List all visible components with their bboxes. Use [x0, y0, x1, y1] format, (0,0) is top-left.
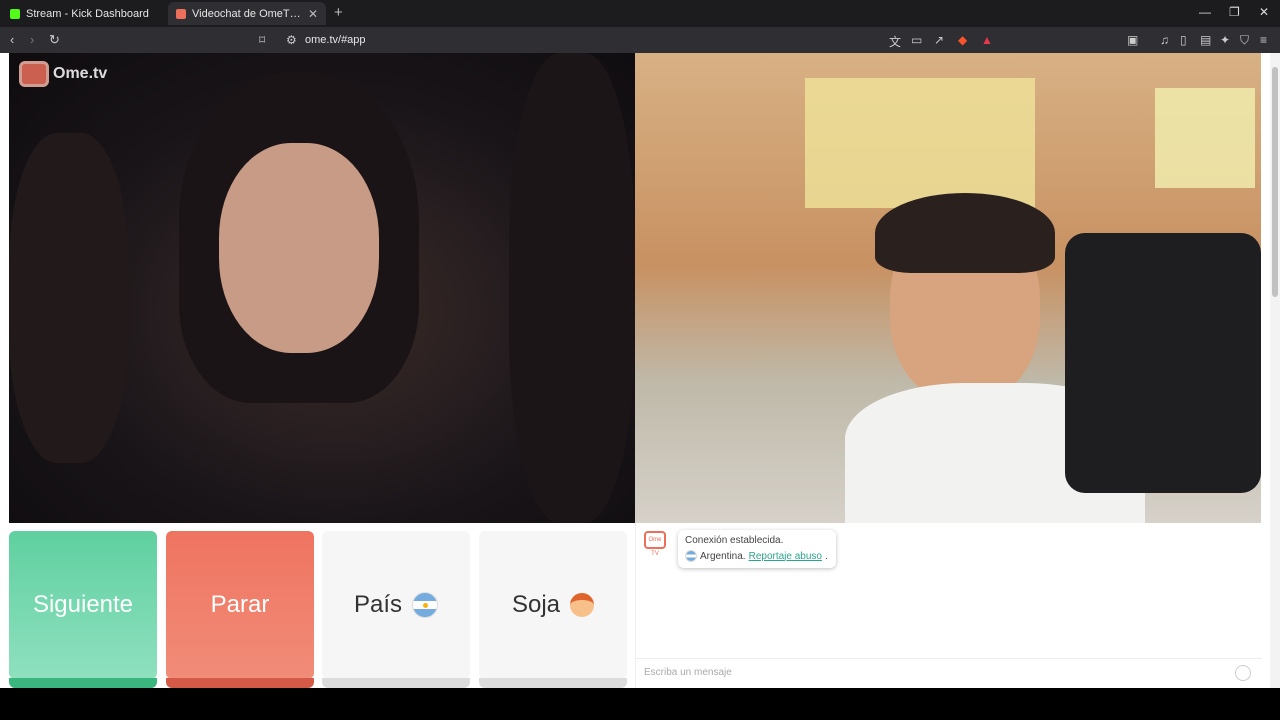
close-window-icon[interactable]: ✕	[1259, 5, 1269, 19]
report-suffix: .	[824, 550, 828, 562]
logo-text: Ome.tv	[53, 65, 108, 82]
emoji-icon[interactable]	[1235, 665, 1251, 681]
tab-title: Videochat de OmeTV — Alte	[192, 7, 302, 20]
gender-label: Soja	[511, 591, 561, 618]
button-shadow	[322, 678, 470, 688]
system-message: Conexión establecida. Argentina. Reporta…	[678, 530, 836, 568]
ometv-logo: Ome.tv	[19, 61, 107, 87]
reload-icon[interactable]: ↻	[49, 32, 60, 48]
new-tab-icon[interactable]: +	[334, 4, 343, 21]
argentina-flag-icon	[412, 592, 439, 618]
connection-status: Conexión establecida.	[685, 535, 784, 546]
country-button[interactable]: País	[322, 531, 470, 688]
close-tab-icon[interactable]: ✕	[308, 7, 318, 21]
minimize-icon[interactable]: —	[1199, 5, 1211, 19]
vpn-icon[interactable]: ⛉	[1240, 33, 1249, 48]
boy-icon	[570, 593, 595, 617]
tv-logo-icon	[19, 61, 49, 87]
address-bar: ‹ › ↻ ⌑ ⚙ ome.tv/#app 文 ▭ ↗ ◆ ▲ ▣ ♫ ▯ ▤ …	[0, 27, 1280, 53]
video-shelf	[805, 78, 1035, 208]
screenshot-icon[interactable]: ▣	[1127, 33, 1138, 47]
share-icon[interactable]: ↗	[934, 33, 944, 47]
taskbar-area	[0, 688, 1280, 720]
menu-icon[interactable]: ≡	[1260, 33, 1267, 47]
bookmark-icon[interactable]: ⌑	[259, 33, 265, 47]
video-face	[219, 143, 379, 353]
stop-button[interactable]: Parar	[166, 531, 314, 688]
country-label: País	[353, 591, 403, 618]
stop-label: Parar	[210, 591, 270, 618]
tab-kick-dashboard[interactable]: Stream - Kick Dashboard	[2, 2, 164, 25]
kick-favicon-icon	[10, 8, 20, 19]
forward-icon[interactable]: ›	[30, 32, 34, 47]
stranger-video: Ome.tv	[9, 53, 635, 523]
leo-icon[interactable]: ✦	[1220, 33, 1230, 47]
tab-title: Stream - Kick Dashboard	[26, 7, 149, 20]
scrollbar-thumb[interactable]	[1272, 67, 1278, 297]
next-button[interactable]: Siguiente	[9, 531, 157, 688]
translate-icon[interactable]: 文	[889, 33, 901, 50]
rewards-icon[interactable]: ▲	[981, 33, 993, 47]
report-abuse-link[interactable]: Reportaje abuso	[749, 551, 822, 562]
argentina-flag-icon	[685, 550, 697, 562]
restore-icon[interactable]: ❐	[1229, 5, 1240, 19]
tab-ometv[interactable]: Videochat de OmeTV — Alte ✕	[168, 2, 326, 25]
button-shadow	[479, 678, 627, 688]
video-silhouette	[9, 133, 129, 463]
button-shadow	[9, 678, 157, 688]
back-icon[interactable]: ‹	[10, 32, 14, 47]
ometv-page: Ome.tv Siguiente Parar País Soja Ome TV …	[0, 53, 1280, 688]
ometv-favicon-icon	[176, 8, 186, 19]
brave-shield-icon[interactable]: ◆	[958, 33, 967, 47]
video-hair	[875, 193, 1055, 273]
video-shelf	[1155, 88, 1255, 188]
url-field[interactable]: ome.tv/#app	[305, 34, 366, 46]
cast-icon[interactable]: ▭	[911, 33, 922, 47]
self-video	[635, 53, 1261, 523]
site-info-icon[interactable]: ⚙	[286, 33, 297, 47]
scrollbar[interactable]	[1270, 53, 1280, 688]
country-name: Argentina.	[700, 550, 746, 562]
tab-bar: Stream - Kick Dashboard Videochat de Ome…	[0, 0, 1280, 27]
next-label: Siguiente	[32, 591, 134, 618]
chat-panel: Ome TV Conexión establecida. Argentina. …	[635, 523, 1262, 688]
media-icon[interactable]: ♫	[1160, 33, 1169, 47]
tv-logo-icon: Ome TV	[644, 531, 666, 557]
chat-logo-text: Ome TV	[648, 537, 662, 557]
button-shadow	[166, 678, 314, 688]
gender-button[interactable]: Soja	[479, 531, 627, 688]
sidebar-icon[interactable]: ▯	[1180, 33, 1187, 47]
video-chair	[1065, 233, 1261, 493]
video-silhouette	[509, 53, 635, 523]
message-input[interactable]: Escriba un mensaje	[636, 658, 1262, 688]
wallet-icon[interactable]: ▤	[1200, 33, 1211, 47]
